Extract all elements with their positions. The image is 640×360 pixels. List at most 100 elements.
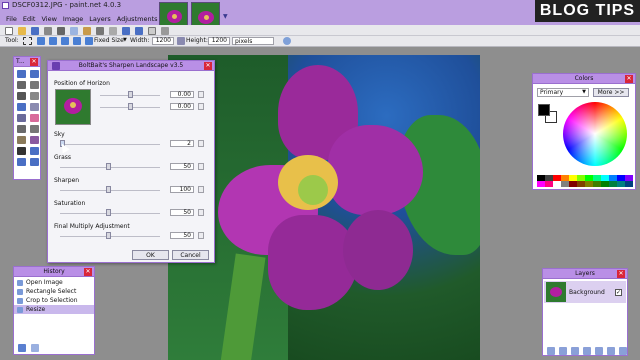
palette-swatch[interactable] xyxy=(569,181,577,187)
paint-bucket-icon[interactable] xyxy=(17,103,26,111)
menu-item-edit[interactable]: Edit xyxy=(23,15,36,23)
chevron-down-icon[interactable]: ▼ xyxy=(223,13,228,20)
antialias-icon[interactable] xyxy=(283,37,291,45)
palette-swatch[interactable] xyxy=(609,181,617,187)
magic-wand-icon[interactable] xyxy=(30,81,39,89)
line-icon[interactable] xyxy=(30,147,39,155)
move-layer-down-icon[interactable] xyxy=(607,347,615,355)
cut-icon[interactable] xyxy=(57,27,65,35)
ok-button[interactable]: OK xyxy=(132,250,169,260)
color-mode-dropdown[interactable]: Primary ▼ xyxy=(537,88,589,97)
palette-swatch[interactable] xyxy=(537,181,545,187)
menu-item-layers[interactable]: Layers xyxy=(89,15,111,23)
move-selected-icon[interactable] xyxy=(30,70,39,78)
horizon-x-input[interactable]: 0.00 xyxy=(170,91,194,98)
primary-color-swatch[interactable] xyxy=(538,104,550,116)
open-icon[interactable] xyxy=(18,27,26,35)
recolor-icon[interactable] xyxy=(30,136,39,144)
fixed-size-dropdown[interactable]: Fixed Size xyxy=(94,37,124,44)
palette-swatch[interactable] xyxy=(593,181,601,187)
new-icon[interactable] xyxy=(5,27,13,35)
redo-icon[interactable] xyxy=(135,27,143,35)
close-icon[interactable]: ✕ xyxy=(204,62,212,70)
clone-stamp-icon[interactable] xyxy=(17,136,26,144)
ellipse-icon[interactable] xyxy=(30,158,39,166)
text-icon[interactable] xyxy=(17,147,26,155)
crop-icon[interactable] xyxy=(96,27,104,35)
palette-strip[interactable] xyxy=(537,175,633,187)
selection-mode-replace-icon[interactable] xyxy=(37,37,45,45)
grass-slider-thumb[interactable] xyxy=(106,163,111,170)
palette-swatch[interactable] xyxy=(577,181,585,187)
delete-layer-icon[interactable] xyxy=(559,347,567,355)
sharpen-slider-thumb[interactable] xyxy=(106,186,111,193)
selection-mode-intersect-icon[interactable] xyxy=(73,37,81,45)
history-item[interactable]: Rectangle Select xyxy=(14,287,94,296)
save-icon[interactable] xyxy=(31,27,39,35)
close-icon[interactable]: ✕ xyxy=(617,270,625,278)
move-selection-icon[interactable] xyxy=(17,70,26,78)
cancel-button[interactable]: Cancel xyxy=(172,250,209,260)
selection-mode-invert-icon[interactable] xyxy=(85,37,93,45)
layer-row[interactable]: Background ✓ xyxy=(544,281,626,303)
paintbrush-icon[interactable] xyxy=(17,114,26,122)
horizon-y-input[interactable]: 0.00 xyxy=(170,103,194,110)
settings-icon[interactable] xyxy=(161,27,169,35)
horizon-x-slider-thumb[interactable] xyxy=(128,91,133,98)
lasso-select-icon[interactable] xyxy=(17,81,26,89)
unit-dropdown[interactable]: pixels xyxy=(232,37,274,45)
zoom-icon[interactable] xyxy=(17,92,26,100)
more-button[interactable]: More >> xyxy=(593,88,629,97)
layer-visibility-checkbox[interactable]: ✓ xyxy=(615,288,622,296)
color-picker-icon[interactable] xyxy=(30,125,39,133)
grid-icon[interactable] xyxy=(148,27,156,35)
saturation-input[interactable]: 50 xyxy=(170,209,194,216)
close-icon[interactable]: ✕ xyxy=(625,75,633,83)
saturation-stepper[interactable] xyxy=(198,209,204,216)
horizon-x-stepper[interactable] xyxy=(198,91,204,98)
selection-mode-union-icon[interactable] xyxy=(49,37,57,45)
palette-swatch[interactable] xyxy=(585,181,593,187)
pan-icon[interactable] xyxy=(30,92,39,100)
eraser-icon[interactable] xyxy=(30,114,39,122)
sharpen-stepper[interactable] xyxy=(198,186,204,193)
palette-swatch[interactable] xyxy=(625,181,633,187)
close-icon[interactable]: ✕ xyxy=(30,58,38,66)
menu-item-image[interactable]: Image xyxy=(63,15,83,23)
palette-swatch[interactable] xyxy=(545,181,553,187)
horizon-y-stepper[interactable] xyxy=(198,103,204,110)
palette-swatch[interactable] xyxy=(617,181,625,187)
redo-icon[interactable] xyxy=(31,344,39,352)
chevron-down-icon[interactable]: ▼ xyxy=(123,37,127,43)
sky-stepper[interactable] xyxy=(198,140,204,147)
merge-layer-icon[interactable] xyxy=(583,347,591,355)
multiply-slider-thumb[interactable] xyxy=(106,232,111,239)
sky-input[interactable]: 2 xyxy=(170,140,194,147)
duplicate-layer-icon[interactable] xyxy=(571,347,579,355)
sharpen-input[interactable]: 100 xyxy=(170,186,194,193)
rectangle-select-icon[interactable] xyxy=(23,37,32,45)
saturation-slider-thumb[interactable] xyxy=(106,209,111,216)
pencil-icon[interactable] xyxy=(17,125,26,133)
grass-stepper[interactable] xyxy=(198,163,204,170)
deselect-icon[interactable] xyxy=(109,27,117,35)
width-input[interactable]: 1200 xyxy=(152,37,174,45)
grass-input[interactable]: 50 xyxy=(170,163,194,170)
palette-swatch[interactable] xyxy=(601,181,609,187)
multiply-input[interactable]: 50 xyxy=(170,232,194,239)
selection-mode-exclude-icon[interactable] xyxy=(61,37,69,45)
link-icon[interactable] xyxy=(177,37,185,45)
add-layer-icon[interactable] xyxy=(547,347,555,355)
undo-icon[interactable] xyxy=(18,344,26,352)
history-item[interactable]: Resize xyxy=(14,305,94,314)
multiply-stepper[interactable] xyxy=(198,232,204,239)
gradient-icon[interactable] xyxy=(30,103,39,111)
layer-properties-icon[interactable] xyxy=(619,347,627,355)
history-item[interactable]: Open Image xyxy=(14,278,94,287)
shapes-icon[interactable] xyxy=(17,158,26,166)
menu-item-view[interactable]: View xyxy=(41,15,56,23)
menu-item-file[interactable]: File xyxy=(6,15,17,23)
menu-item-adjustments[interactable]: Adjustments xyxy=(117,15,158,23)
horizon-y-slider-thumb[interactable] xyxy=(128,103,133,110)
height-input[interactable]: 1200 xyxy=(208,37,230,45)
